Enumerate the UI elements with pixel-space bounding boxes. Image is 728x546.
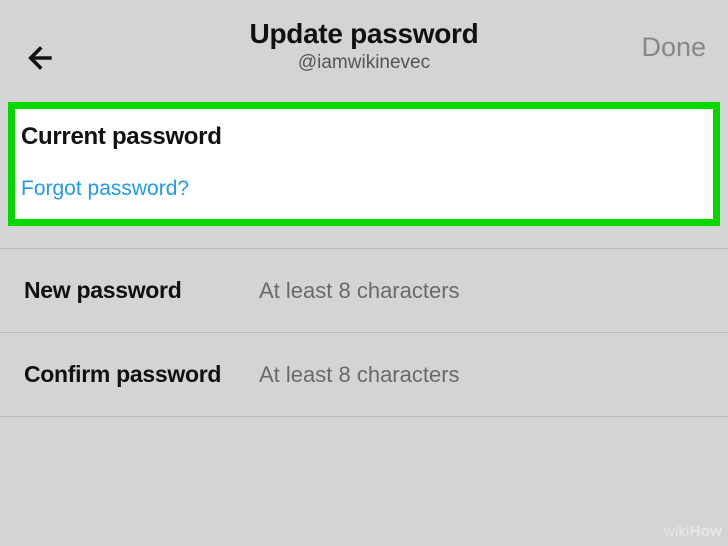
arrow-left-icon: [23, 41, 57, 75]
new-password-label: New password: [24, 277, 259, 304]
confirm-password-label: Confirm password: [24, 361, 259, 388]
page-title: Update password: [250, 18, 479, 50]
watermark: wikiHow: [664, 523, 722, 540]
header-title-group: Update password @iamwikinevec: [250, 18, 479, 74]
username-handle: @iamwikinevec: [250, 52, 479, 74]
watermark-how: How: [690, 523, 722, 540]
new-password-row: New password: [0, 248, 728, 333]
new-password-input[interactable]: [259, 278, 704, 304]
forgot-password-link[interactable]: Forgot password?: [15, 177, 203, 201]
done-button[interactable]: Done: [641, 32, 706, 63]
back-button[interactable]: [22, 40, 58, 76]
current-password-section: Current password Forgot password?: [8, 102, 720, 226]
watermark-wiki: wiki: [664, 523, 690, 540]
confirm-password-input[interactable]: [259, 362, 704, 388]
current-password-label: Current password: [15, 123, 713, 151]
header-bar: Update password @iamwikinevec Done: [0, 0, 728, 96]
confirm-password-row: Confirm password: [0, 333, 728, 417]
